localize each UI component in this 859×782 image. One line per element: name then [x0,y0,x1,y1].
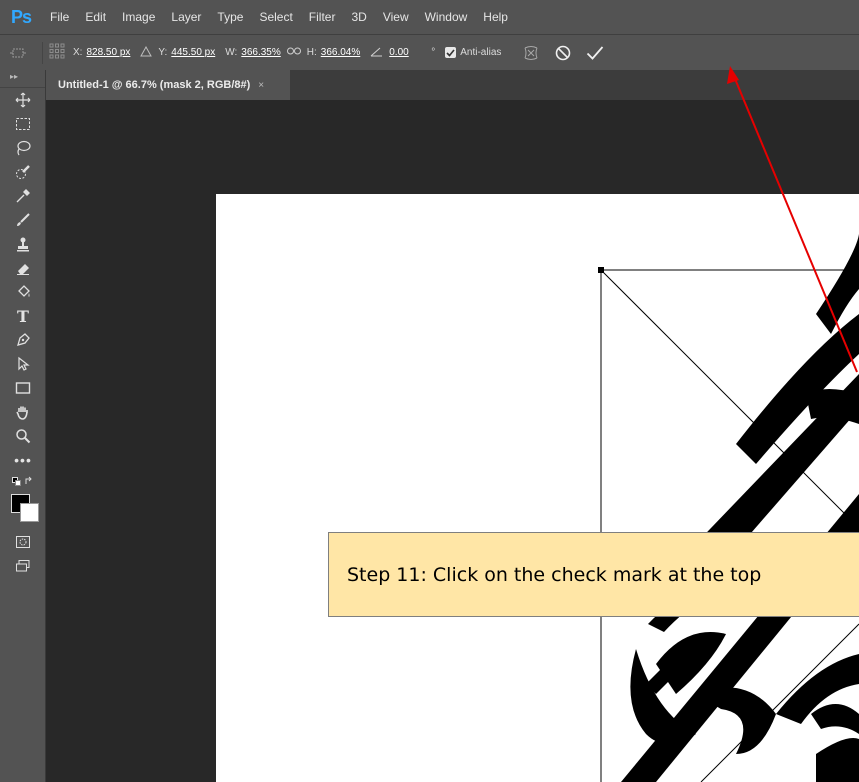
workspace [46,100,859,782]
y-label: Y: [158,47,168,58]
reference-point-icon[interactable] [49,43,65,62]
background-color-swatch[interactable] [20,503,39,522]
zoom-tool-icon[interactable] [0,424,46,448]
move-tool-icon[interactable] [0,88,46,112]
w-label: W: [225,47,238,58]
rotation-angle-input[interactable]: 0.00 [389,47,427,58]
menu-bar: Ps File Edit Image Layer Type Select Fil… [0,0,859,34]
path-selection-tool-icon[interactable] [0,352,46,376]
quick-selection-tool-icon[interactable] [0,160,46,184]
brush-tool-icon[interactable] [0,208,46,232]
y-position-input[interactable]: 445.50 px [171,47,215,58]
cancel-transform-icon[interactable] [550,40,576,66]
menu-window[interactable]: Window [425,10,468,24]
menu-type[interactable]: Type [217,10,243,24]
menu-3d[interactable]: 3D [351,10,366,24]
x-label: X: [73,47,83,58]
pen-tool-icon[interactable] [0,328,46,352]
color-swatches[interactable] [0,490,46,530]
menu-image[interactable]: Image [122,10,155,24]
menu-filter[interactable]: Filter [309,10,336,24]
menu-help[interactable]: Help [483,10,508,24]
hand-tool-icon[interactable] [0,400,46,424]
menu-layer[interactable]: Layer [171,10,201,24]
type-tool-icon[interactable]: T [0,304,46,328]
menu-edit[interactable]: Edit [85,10,106,24]
marquee-tool-icon[interactable] [0,112,46,136]
document-tab-bar: Untitled-1 @ 66.7% (mask 2, RGB/8#) × [46,70,859,100]
more-tools-icon[interactable]: ••• [0,448,46,472]
h-label: H: [306,47,317,58]
instruction-text: Step 11: Click on the check mark at the … [347,563,762,586]
warp-mode-icon[interactable] [518,40,544,66]
document-canvas[interactable] [216,194,859,782]
antialias-label: Anti-alias [460,47,502,58]
screen-mode-icon[interactable] [0,554,46,578]
eraser-tool-icon[interactable] [0,256,46,280]
eyedropper-tool-icon[interactable] [0,184,46,208]
photoshop-logo: Ps [10,6,32,27]
relative-position-icon[interactable] [140,45,153,60]
height-input[interactable]: 366.04% [321,47,360,58]
menu-view[interactable]: View [383,10,409,24]
default-colors-icon[interactable] [0,472,46,490]
close-tab-icon[interactable]: × [258,80,264,91]
menu-select[interactable]: Select [259,10,292,24]
menu-file[interactable]: File [50,10,69,24]
commit-transform-check-icon[interactable] [582,40,608,66]
options-bar: X: 828.50 px Y: 445.50 px W: 366.35% H: … [0,34,859,70]
clone-stamp-tool-icon[interactable] [0,232,46,256]
canvas-artwork [598,234,859,782]
lasso-tool-icon[interactable] [0,136,46,160]
transform-tool-preset-icon[interactable] [0,46,36,60]
degree-unit: ° [431,47,436,58]
panel-collapse-icon[interactable]: ▸▸ [0,70,45,88]
antialias-checkbox[interactable] [445,47,457,58]
document-tab-title: Untitled-1 @ 66.7% (mask 2, RGB/8#) [58,79,251,91]
instruction-callout: Step 11: Click on the check mark at the … [328,532,859,617]
rectangle-tool-icon[interactable] [0,376,46,400]
tools-panel: ▸▸ T ••• [0,70,46,782]
link-icon[interactable] [286,47,301,58]
paint-bucket-tool-icon[interactable] [0,280,46,304]
quick-mask-icon[interactable] [0,530,46,554]
transform-handle[interactable] [598,267,604,273]
angle-icon [370,46,383,60]
document-tab[interactable]: Untitled-1 @ 66.7% (mask 2, RGB/8#) × [46,70,290,100]
options-divider [42,41,43,64]
x-position-input[interactable]: 828.50 px [86,47,130,58]
width-input[interactable]: 366.35% [241,47,280,58]
